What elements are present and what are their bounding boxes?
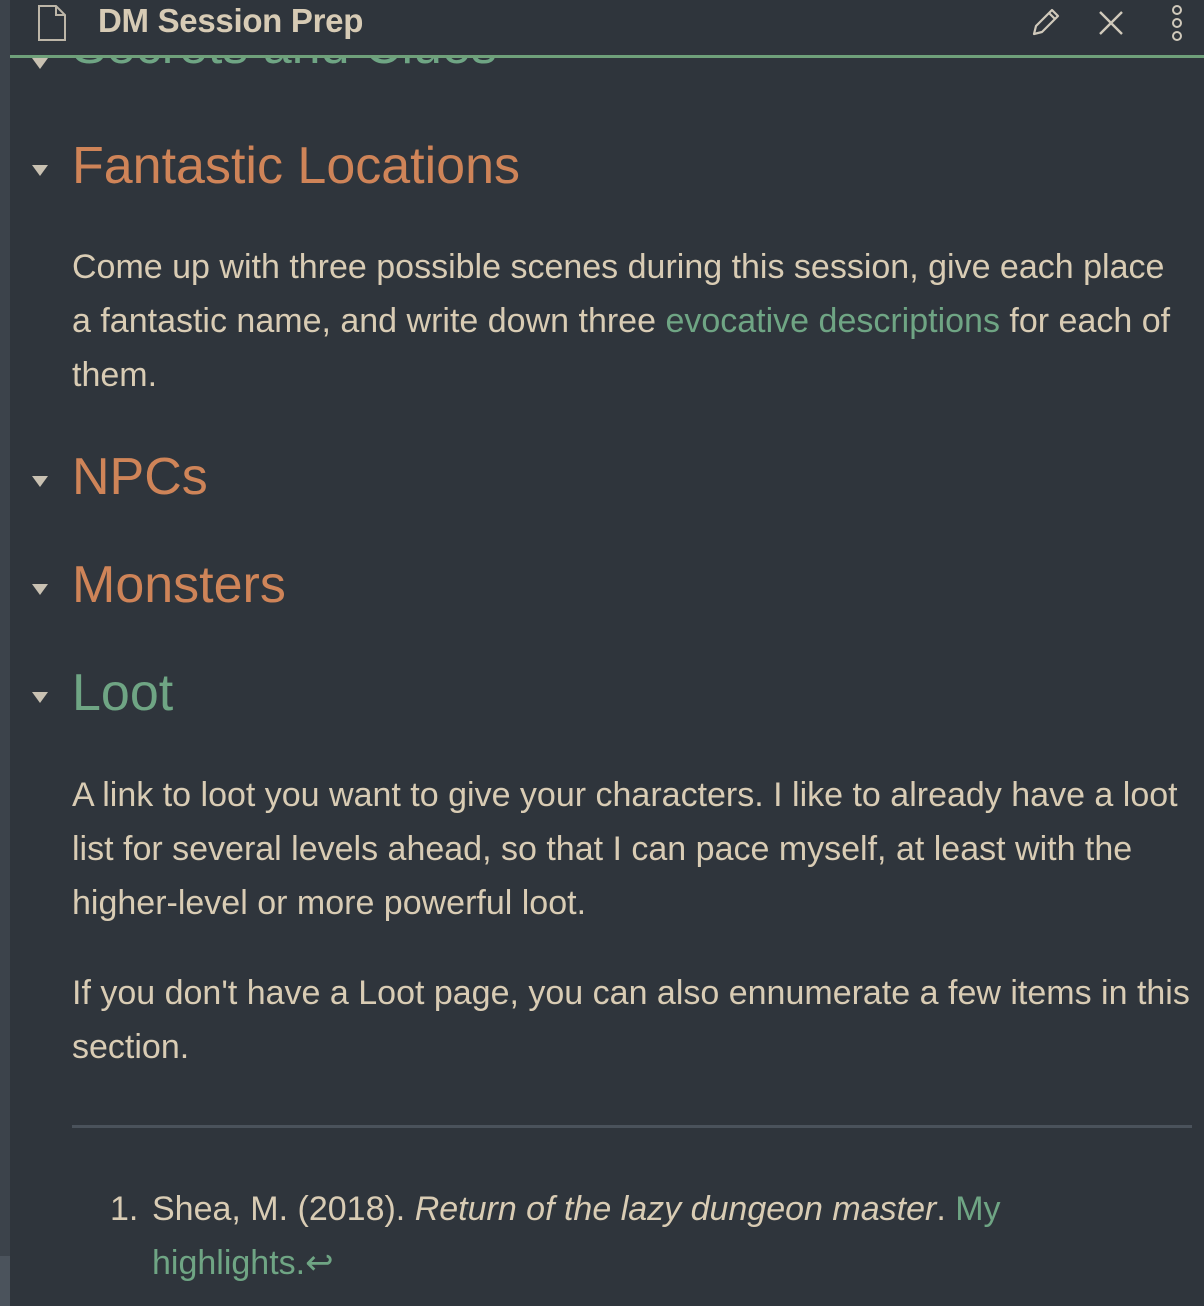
fold-toggle-monsters[interactable] bbox=[32, 584, 48, 595]
fold-toggle-npcs[interactable] bbox=[32, 476, 48, 487]
paragraph-loot-1: A link to loot you want to give your cha… bbox=[72, 776, 1178, 922]
fold-toggle-secrets[interactable] bbox=[32, 58, 48, 69]
pencil-icon bbox=[1032, 8, 1060, 36]
footnote-number: 1. bbox=[110, 1190, 139, 1228]
footnote-author: Shea, M. (2018). bbox=[152, 1190, 415, 1228]
footnote-divider bbox=[72, 1125, 1192, 1128]
heading-loot: Loot bbox=[72, 664, 174, 722]
header-accent-line bbox=[10, 55, 1204, 58]
left-scroll-rail[interactable] bbox=[0, 0, 10, 1306]
paragraph-fantastic-locations: Come up with three possible scenes durin… bbox=[72, 240, 1190, 402]
heading-monsters: Monsters bbox=[72, 556, 286, 614]
link-evocative-descriptions[interactable]: evocative descriptions bbox=[665, 302, 1000, 340]
edit-button[interactable] bbox=[1026, 4, 1064, 42]
heading-fantastic-locations: Fantastic Locations bbox=[72, 137, 521, 195]
footnote-body: Shea, M. (2018). Return of the lazy dung… bbox=[152, 1182, 1142, 1290]
note-title: DM Session Prep bbox=[98, 2, 364, 39]
fold-toggle-fantastic-locations[interactable] bbox=[32, 165, 48, 176]
scrollbar-thumb[interactable] bbox=[0, 1256, 10, 1306]
more-vertical-icon bbox=[1172, 5, 1182, 41]
footnote-separator: . bbox=[936, 1190, 956, 1228]
note-header: DM Session Prep bbox=[10, 0, 1204, 56]
more-options-button[interactable] bbox=[1158, 4, 1196, 42]
note-window: Secrets and Clues Fantastic Locations Co… bbox=[0, 0, 1204, 1306]
footnote-title: Return of the lazy dungeon master bbox=[414, 1190, 937, 1228]
note-content: Secrets and Clues Fantastic Locations Co… bbox=[10, 0, 1204, 1306]
close-button[interactable] bbox=[1092, 4, 1130, 42]
close-icon bbox=[1099, 11, 1123, 35]
paragraph-loot-2: If you don't have a Loot page, you can a… bbox=[72, 974, 1190, 1066]
heading-npcs: NPCs bbox=[72, 448, 208, 506]
footnote-backref-icon[interactable]: ↩ bbox=[305, 1244, 334, 1282]
fold-toggle-loot[interactable] bbox=[32, 692, 48, 703]
file-icon bbox=[38, 5, 66, 41]
